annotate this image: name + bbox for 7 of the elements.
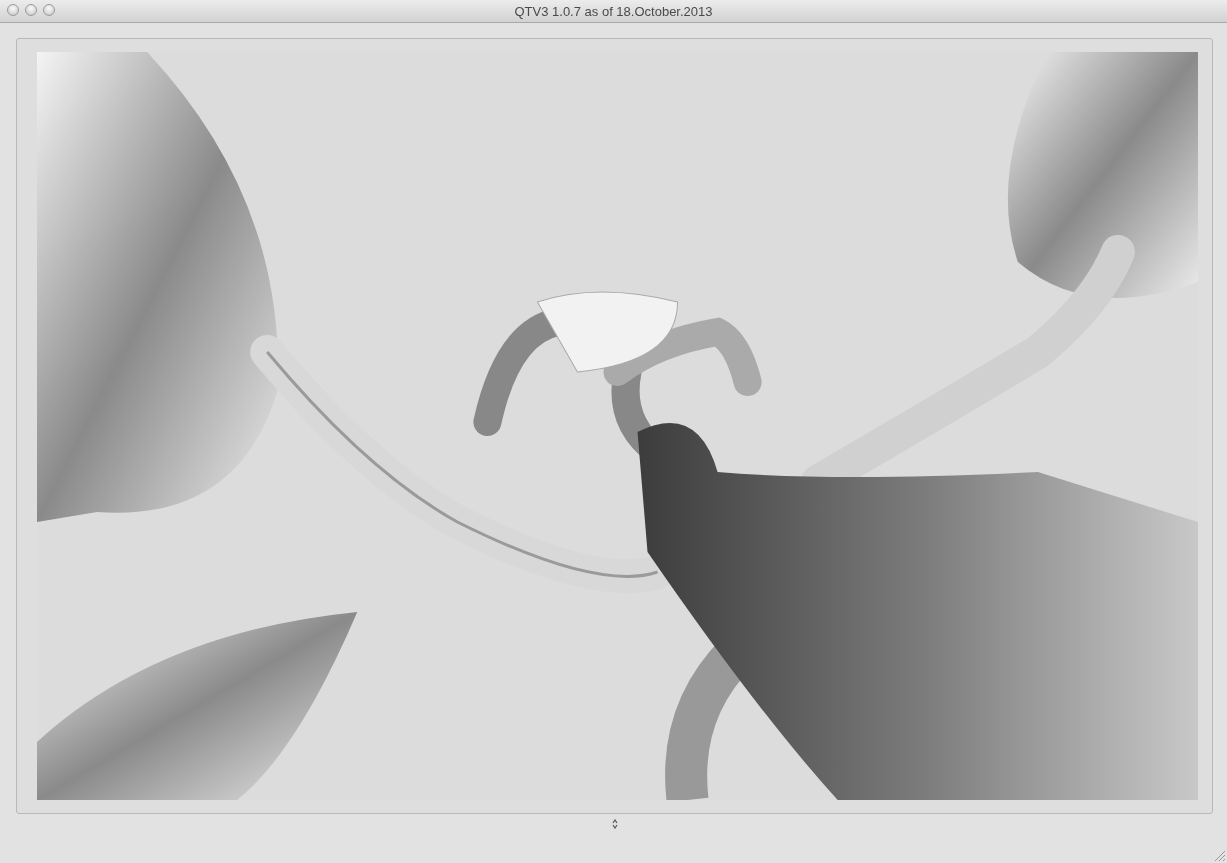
- window-title: QTV3 1.0.7 as of 18.October.2013: [514, 3, 713, 19]
- zoom-button[interactable]: [43, 4, 55, 16]
- splitter-grip-icon: [611, 819, 618, 829]
- close-button[interactable]: [7, 4, 19, 16]
- splitter-handle[interactable]: [610, 818, 619, 830]
- minimize-button[interactable]: [25, 4, 37, 16]
- resize-grip-icon[interactable]: [1214, 850, 1226, 862]
